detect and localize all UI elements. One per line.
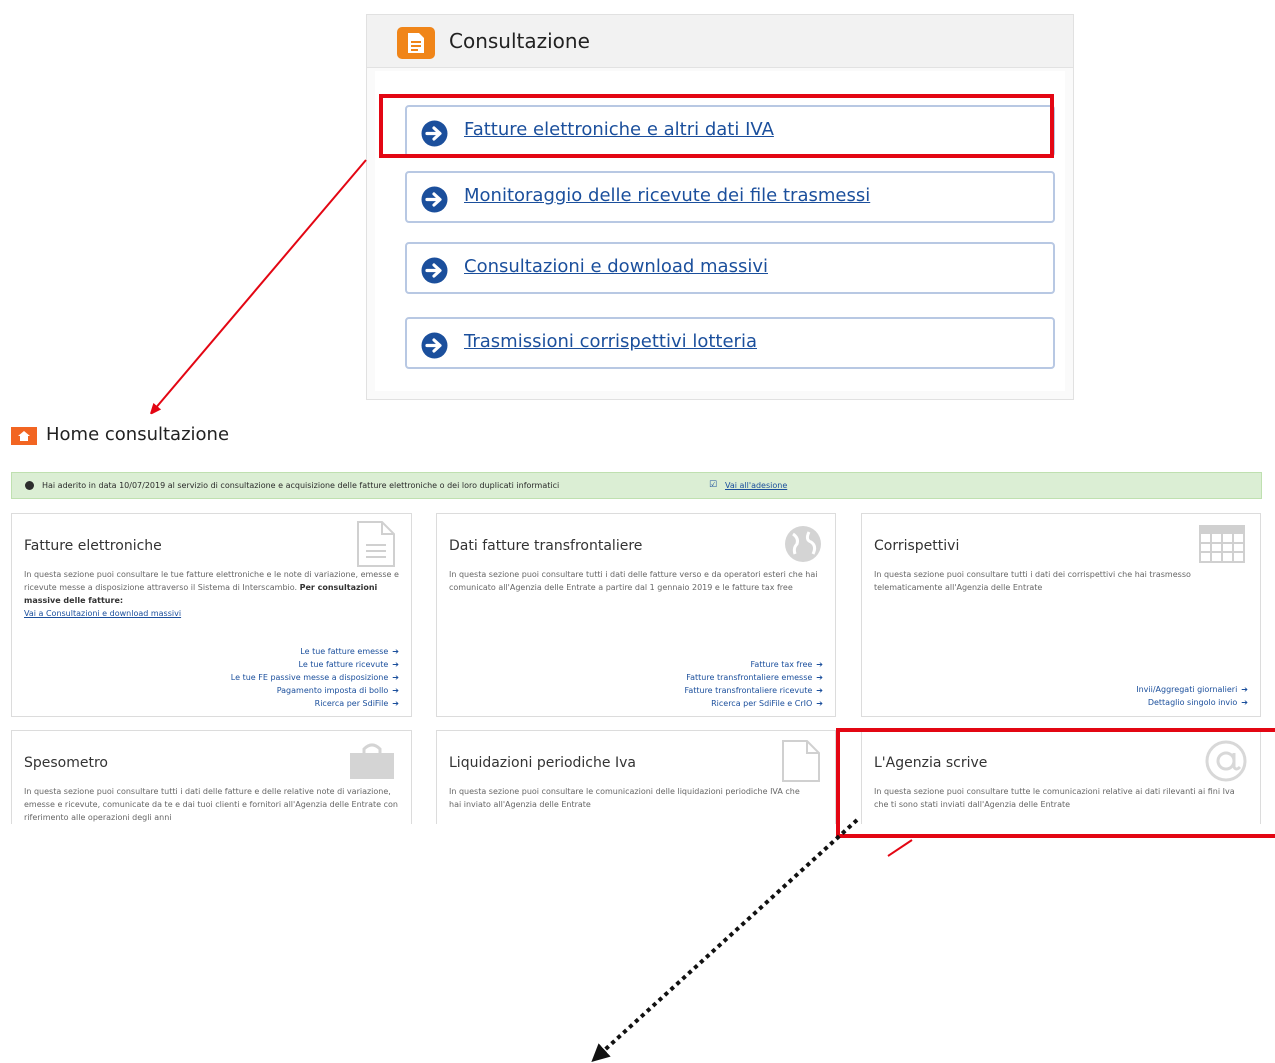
arrow-right-icon: ➔: [392, 647, 399, 656]
arrow-right-circle-icon: [421, 186, 448, 213]
arrow-right-circle-icon: [421, 257, 448, 284]
arrow-right-icon: ➔: [816, 699, 823, 708]
arrow-right-icon: ➔: [392, 660, 399, 669]
consultazione-title: Consultazione: [449, 29, 590, 53]
card-link[interactable]: Le tue fatture ricevute ➔: [231, 658, 400, 671]
card-description: In questa sezione puoi consultare tutti …: [874, 570, 1191, 592]
card-description: In questa sezione puoi consultare tutti …: [24, 787, 398, 822]
home-icon: [11, 427, 37, 445]
calculator-icon: [1199, 525, 1245, 563]
card-links: Fatture tax free ➔ Fatture transfrontalie…: [684, 658, 823, 710]
dotted-annotation-arrow: [591, 818, 859, 1063]
arrow-right-icon: ➔: [392, 673, 399, 682]
link-label: Monitoraggio delle ricevute dei file tra…: [464, 185, 871, 206]
consultazione-panel: Consultazione Fatture elettroniche e alt…: [366, 14, 1074, 400]
card-title: L'Agenzia scrive: [874, 755, 988, 771]
shopping-bag-icon: [350, 743, 394, 779]
arrow-right-icon: ➔: [816, 660, 823, 669]
check-icon: [25, 481, 34, 490]
blank-page-icon: [782, 740, 820, 782]
card-title: Dati fatture transfrontaliere: [449, 538, 643, 554]
link-trasmissioni-corrispettivi[interactable]: Trasmissioni corrispettivi lotteria: [405, 317, 1055, 369]
card-description: In questa sezione puoi consultare le tue…: [24, 570, 399, 618]
card-description: In questa sezione puoi consultare le com…: [449, 787, 800, 809]
card-link[interactable]: Ricerca per SdiFile ➔: [231, 697, 399, 710]
link-fatture-elettroniche[interactable]: Fatture elettroniche e altri dati IVA: [405, 105, 1055, 157]
card-liquidazioni-iva: Liquidazioni periodiche Iva In questa se…: [436, 730, 836, 824]
card-link[interactable]: Invii/Aggregati giornalieri ➔: [1136, 683, 1248, 696]
red-annotation-arrow: [154, 159, 367, 410]
document-icon: [397, 27, 435, 59]
consultazione-header: Consultazione: [367, 15, 1073, 68]
arrow-right-icon: ➔: [816, 673, 823, 682]
card-link[interactable]: Ricerca per SdiFile e CrIO ➔: [684, 697, 823, 710]
card-links: Invii/Aggregati giornalieri ➔ Dettaglio s…: [1136, 683, 1248, 709]
card-description: In questa sezione puoi consultare tutti …: [449, 570, 818, 592]
card-title: Fatture elettroniche: [24, 538, 162, 554]
card-description: In questa sezione puoi consultare tutte …: [874, 787, 1235, 809]
at-sign-icon: [1205, 740, 1247, 782]
arrow-right-icon: ➔: [1241, 698, 1248, 707]
card-title: Liquidazioni periodiche Iva: [449, 755, 636, 771]
link-label: Fatture elettroniche e altri dati IVA: [464, 119, 774, 140]
card-link[interactable]: Dettaglio singolo invio ➔: [1136, 696, 1248, 709]
card-link[interactable]: Pagamento imposta di bollo ➔: [231, 684, 399, 697]
link-monitoraggio-ricevute[interactable]: Monitoraggio delle ricevute dei file tra…: [405, 171, 1055, 223]
card-title: Corrispettivi: [874, 538, 960, 554]
notice-text: Hai aderito in data 10/07/2019 al serviz…: [42, 481, 560, 490]
consultazione-links: Fatture elettroniche e altri dati IVA Mo…: [375, 71, 1065, 391]
red-annotation-tail: [887, 839, 913, 857]
card-link[interactable]: Fatture tax free ➔: [684, 658, 823, 671]
arrow-right-circle-icon: [421, 120, 448, 147]
arrow-right-icon: ➔: [816, 686, 823, 695]
edit-icon: ☑: [709, 480, 718, 490]
document-icon: [357, 521, 395, 567]
card-fatture-elettroniche: Fatture elettroniche In questa sezione p…: [11, 513, 412, 717]
card-link[interactable]: Le tue FE passive messe a disposizione ➔: [231, 671, 399, 684]
link-label: Trasmissioni corrispettivi lotteria: [464, 331, 757, 352]
link-consultazioni-download[interactable]: Consultazioni e download massivi: [405, 242, 1055, 294]
arrow-right-icon: ➔: [392, 686, 399, 695]
adesione-notice: Hai aderito in data 10/07/2019 al serviz…: [11, 472, 1262, 499]
arrow-right-circle-icon: [421, 332, 448, 359]
card-spesometro: Spesometro In questa sezione puoi consul…: [11, 730, 412, 824]
card-link[interactable]: Le tue fatture emesse ➔: [231, 645, 399, 658]
link-label: Consultazioni e download massivi: [464, 256, 768, 277]
consultazioni-massive-link[interactable]: Vai a Consultazioni e download massivi: [24, 609, 181, 618]
card-agenzia-scrive: L'Agenzia scrive In questa sezione puoi …: [861, 730, 1261, 824]
arrow-right-icon: ➔: [1241, 685, 1248, 694]
card-corrispettivi: Corrispettivi In questa sezione puoi con…: [861, 513, 1261, 717]
card-link[interactable]: Fatture transfrontaliere ricevute ➔: [684, 684, 823, 697]
page-title: Home consultazione: [46, 424, 230, 445]
globe-icon: [785, 526, 821, 562]
card-title: Spesometro: [24, 755, 108, 771]
arrow-right-icon: ➔: [392, 699, 399, 708]
card-links: Le tue fatture emesse ➔ Le tue fatture ri…: [231, 645, 399, 710]
adesione-link[interactable]: Vai all'adesione: [725, 481, 787, 490]
card-link[interactable]: Fatture transfrontaliere emesse ➔: [684, 671, 823, 684]
card-fatture-transfrontaliere: Dati fatture transfrontaliere In questa …: [436, 513, 836, 717]
